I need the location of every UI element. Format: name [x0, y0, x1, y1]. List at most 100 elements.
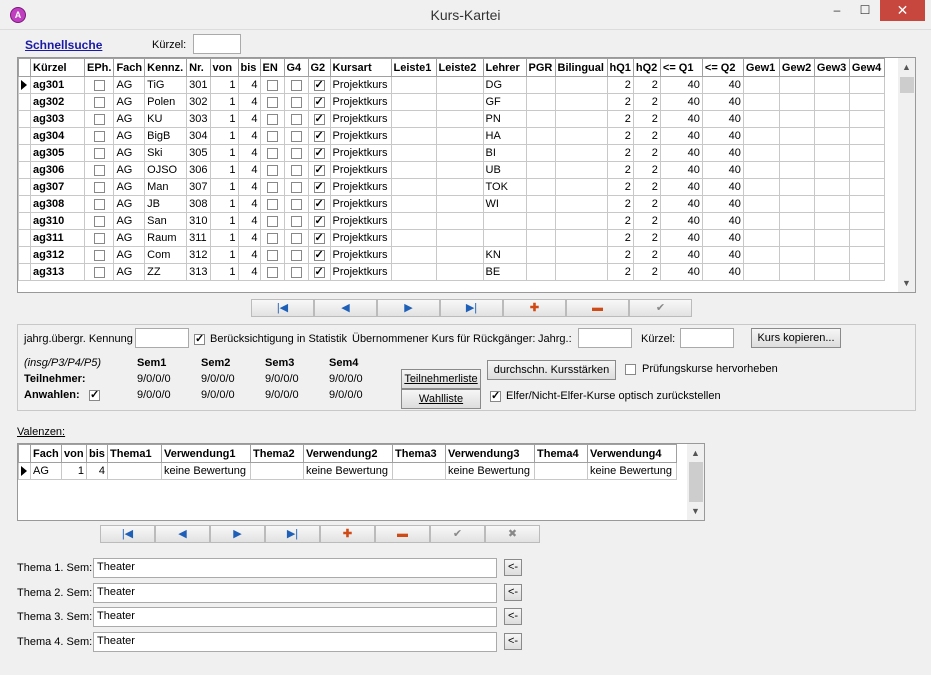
- cell-lehrer[interactable]: DG: [482, 76, 527, 94]
- cell-kuerzel[interactable]: ag301: [30, 76, 85, 94]
- cell-hq1[interactable]: 2: [606, 161, 634, 179]
- table-row[interactable]: ag313AGZZ31314ProjektkursBE224040: [18, 263, 885, 281]
- row-selector[interactable]: [18, 229, 31, 247]
- cell-kursart[interactable]: Projektkurs: [329, 93, 392, 111]
- cell-l2[interactable]: [435, 246, 484, 264]
- valenzen-cell-von[interactable]: 1: [61, 462, 87, 480]
- cell-checkbox-en[interactable]: [259, 144, 285, 162]
- cell-checkbox-eph[interactable]: [83, 263, 115, 281]
- column-header[interactable]: Leiste1: [390, 58, 437, 77]
- cell-bil[interactable]: [554, 110, 608, 128]
- cell-lehrer[interactable]: PN: [482, 110, 527, 128]
- cell-gw4[interactable]: [848, 263, 885, 281]
- thema-sem3-input[interactable]: Theater: [93, 607, 497, 627]
- row-selector[interactable]: [18, 144, 31, 162]
- cell-bil[interactable]: [554, 229, 608, 247]
- table-row[interactable]: ag304AGBigB30414ProjektkursHA224040: [18, 127, 885, 145]
- cell-kuerzel[interactable]: ag312: [30, 246, 85, 264]
- column-header[interactable]: Nr.: [186, 58, 211, 77]
- cell-pgr[interactable]: [525, 195, 556, 213]
- cell-q2[interactable]: 40: [701, 229, 744, 247]
- cell-kuerzel[interactable]: ag311: [30, 229, 85, 247]
- cell-hq1[interactable]: 2: [606, 178, 634, 196]
- cell-checkbox-eph[interactable]: [83, 195, 115, 213]
- cell-gw4[interactable]: [848, 127, 885, 145]
- column-header[interactable]: Kursart: [329, 58, 392, 77]
- cell-checkbox-en[interactable]: [259, 110, 285, 128]
- column-header[interactable]: Fach: [113, 58, 146, 77]
- cell-gw2[interactable]: [778, 229, 815, 247]
- cell-checkbox-g2[interactable]: [307, 161, 331, 179]
- cell-l2[interactable]: [435, 178, 484, 196]
- first-record-icon[interactable]: |◀: [251, 299, 314, 317]
- cell-q2[interactable]: 40: [701, 263, 744, 281]
- column-header[interactable]: Lehrer: [482, 58, 527, 77]
- cell-hq2[interactable]: 2: [632, 76, 661, 94]
- cell-kursart[interactable]: Projektkurs: [329, 110, 392, 128]
- cell-kuerzel[interactable]: ag304: [30, 127, 85, 145]
- cell-checkbox-g4[interactable]: [283, 110, 309, 128]
- cell-kennz[interactable]: Com: [144, 246, 188, 264]
- column-header[interactable]: Gew3: [813, 58, 850, 77]
- maximize-button[interactable]: ☐: [851, 0, 879, 21]
- cell-nr[interactable]: 302: [186, 93, 211, 111]
- cell-bis[interactable]: 4: [237, 93, 261, 111]
- cell-gw4[interactable]: [848, 212, 885, 230]
- cell-gw2[interactable]: [778, 178, 815, 196]
- cell-gw2[interactable]: [778, 195, 815, 213]
- cell-checkbox-eph[interactable]: [83, 178, 115, 196]
- cell-fach[interactable]: AG: [113, 127, 146, 145]
- cell-l2[interactable]: [435, 110, 484, 128]
- valenzen-cell-verw2[interactable]: keine Bewertung: [303, 462, 393, 480]
- cell-q1[interactable]: 40: [659, 127, 703, 145]
- column-header[interactable]: Gew1: [742, 58, 780, 77]
- cell-checkbox-g2[interactable]: [307, 195, 331, 213]
- cell-checkbox-g4[interactable]: [283, 178, 309, 196]
- cell-bil[interactable]: [554, 212, 608, 230]
- cell-lehrer[interactable]: KN: [482, 246, 527, 264]
- column-header[interactable]: EN: [259, 58, 285, 77]
- cell-fach[interactable]: AG: [113, 76, 146, 94]
- cell-gw3[interactable]: [813, 195, 850, 213]
- cell-q1[interactable]: 40: [659, 195, 703, 213]
- cell-l2[interactable]: [435, 212, 484, 230]
- cell-checkbox-eph[interactable]: [83, 229, 115, 247]
- cell-nr[interactable]: 301: [186, 76, 211, 94]
- teilnehmerliste-button[interactable]: Teilnehmerliste: [401, 369, 481, 389]
- cell-kennz[interactable]: BigB: [144, 127, 188, 145]
- cell-hq1[interactable]: 2: [606, 110, 634, 128]
- table-row[interactable]: ag306AGOJSO30614ProjektkursUB224040: [18, 161, 885, 179]
- cell-checkbox-en[interactable]: [259, 229, 285, 247]
- next-record-icon[interactable]: ▶: [377, 299, 440, 317]
- cell-von[interactable]: 1: [209, 127, 239, 145]
- kurs-grid-scroll-thumb[interactable]: [900, 77, 914, 93]
- cell-kursart[interactable]: Projektkurs: [329, 178, 392, 196]
- cell-bis[interactable]: 4: [237, 110, 261, 128]
- cell-g1[interactable]: [742, 110, 780, 128]
- cell-hq2[interactable]: 2: [632, 127, 661, 145]
- cell-von[interactable]: 1: [209, 195, 239, 213]
- cell-checkbox-en[interactable]: [259, 76, 285, 94]
- anwahlen-checkbox[interactable]: [89, 388, 100, 401]
- cell-checkbox-g2[interactable]: [307, 229, 331, 247]
- cell-hq1[interactable]: 2: [606, 127, 634, 145]
- cell-g1[interactable]: [742, 144, 780, 162]
- cell-hq2[interactable]: 2: [632, 93, 661, 111]
- cell-checkbox-en[interactable]: [259, 93, 285, 111]
- row-selector[interactable]: [18, 76, 31, 94]
- cell-q2[interactable]: 40: [701, 178, 744, 196]
- cell-fach[interactable]: AG: [113, 195, 146, 213]
- cell-checkbox-eph[interactable]: [83, 93, 115, 111]
- cell-nr[interactable]: 305: [186, 144, 211, 162]
- row-selector[interactable]: [18, 195, 31, 213]
- thema-sem2-input[interactable]: Theater: [93, 582, 497, 603]
- cell-bis[interactable]: 4: [237, 212, 261, 230]
- valenzen-column-header[interactable]: Thema1: [107, 444, 162, 463]
- cell-q1[interactable]: 40: [659, 263, 703, 281]
- thema-sem2-copy-button[interactable]: <-: [504, 583, 522, 601]
- valenzen-column-header[interactable]: Thema2: [250, 444, 304, 463]
- cell-checkbox-en[interactable]: [259, 195, 285, 213]
- cell-checkbox-en[interactable]: [259, 212, 285, 230]
- cell-pgr[interactable]: [525, 178, 556, 196]
- row-selector[interactable]: [18, 93, 31, 111]
